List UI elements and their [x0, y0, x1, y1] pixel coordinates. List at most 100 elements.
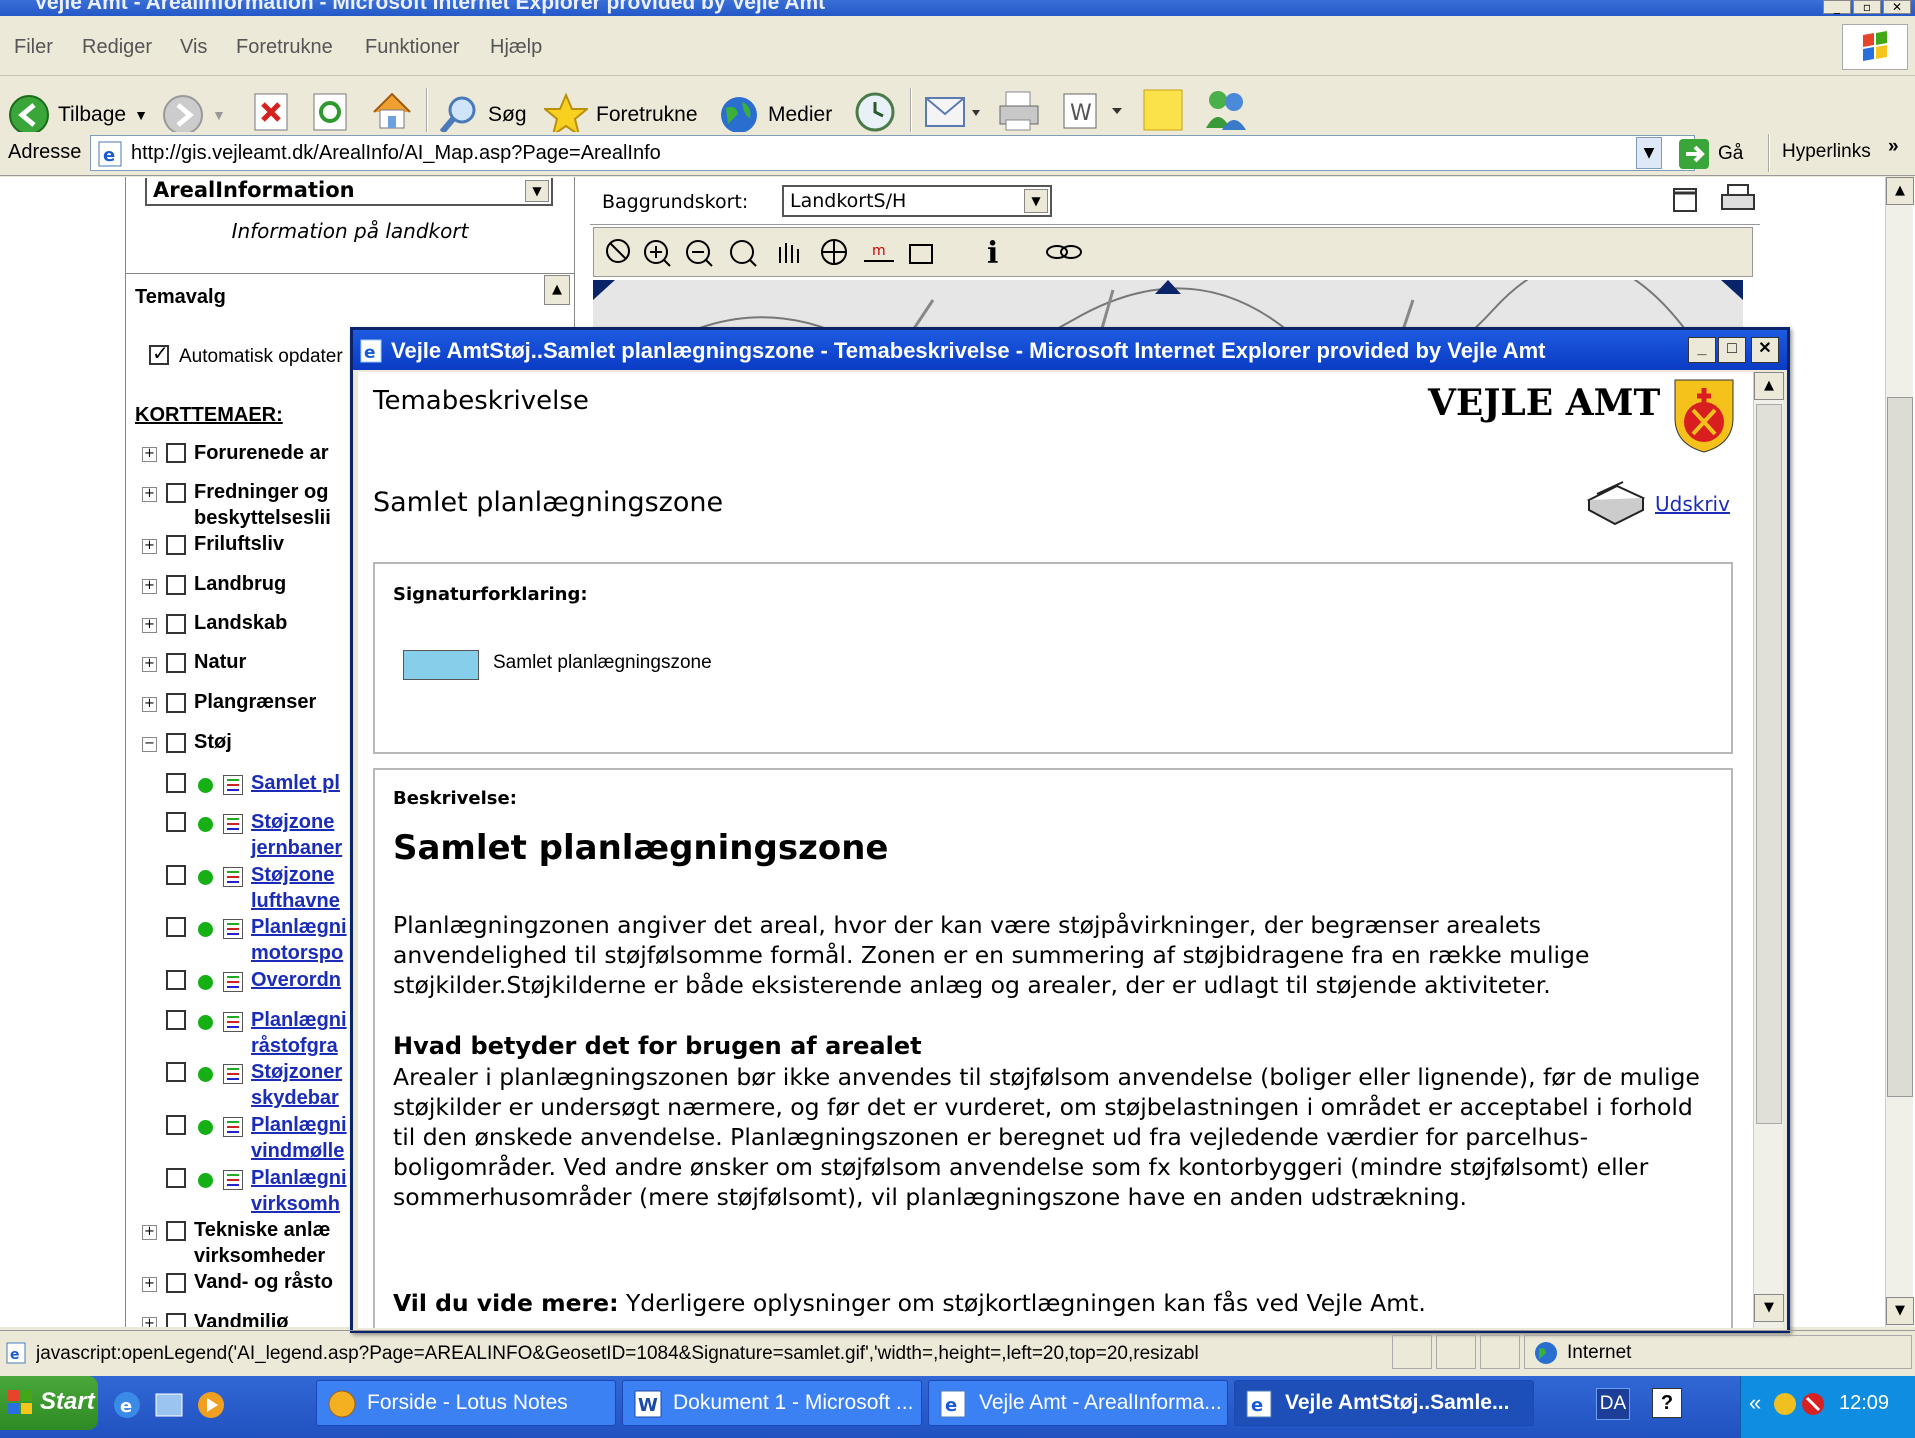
print-icon[interactable]: [996, 88, 1042, 134]
layer-checkbox[interactable]: [166, 443, 186, 463]
layer-checkbox[interactable]: [166, 535, 186, 555]
layer-checkbox[interactable]: [166, 1168, 186, 1188]
print-icon[interactable]: [1583, 480, 1649, 526]
chevron-right-icon[interactable]: »: [1888, 136, 1899, 158]
chevron-down-icon[interactable]: ▼: [1024, 189, 1048, 213]
layer-link-line2[interactable]: skydebar: [251, 1085, 339, 1111]
layer-link-line2[interactable]: virksomh: [251, 1191, 340, 1217]
layer-checkbox[interactable]: [166, 970, 186, 990]
layer-checkbox[interactable]: [166, 733, 186, 753]
url-input[interactable]: e http://gis.vejleamt.dk/ArealInfo/AI_Ma…: [90, 135, 1695, 171]
restore-button[interactable]: ▫: [1853, 0, 1881, 14]
layer-link-line2[interactable]: jernbaner: [251, 835, 342, 861]
media-player-icon[interactable]: [196, 1390, 226, 1420]
menu-rediger[interactable]: Rediger: [82, 36, 152, 59]
task-vejle-stoej-active[interactable]: e Vejle AmtStøj..Samle...: [1234, 1380, 1534, 1426]
legend-icon[interactable]: [223, 1170, 243, 1190]
expand-icon[interactable]: +: [142, 657, 157, 672]
layer-checkbox[interactable]: [166, 1221, 186, 1241]
menu-funktioner[interactable]: Funktioner: [365, 36, 460, 59]
expand-icon[interactable]: +: [142, 487, 157, 502]
layer-link-line2[interactable]: vindmølle: [251, 1138, 344, 1164]
legend-icon[interactable]: [223, 1012, 243, 1032]
expand-icon[interactable]: +: [142, 579, 157, 594]
layer-link[interactable]: Støjzone: [251, 809, 334, 835]
scroll-up-button[interactable]: ▲: [1886, 177, 1914, 205]
layer-link-line2[interactable]: råstofgra: [251, 1033, 338, 1059]
url-dropdown-button[interactable]: ▼: [1636, 137, 1662, 169]
layer-checkbox[interactable]: [166, 812, 186, 832]
go-button[interactable]: Gå: [1678, 135, 1743, 173]
expand-icon[interactable]: +: [142, 539, 157, 554]
group-forurenede[interactable]: Forurenede ar: [194, 442, 328, 465]
expand-icon[interactable]: +: [142, 447, 157, 462]
close-button[interactable]: ✕: [1883, 0, 1911, 14]
popup-scrollbar[interactable]: ▲ ▼: [1753, 372, 1784, 1328]
layer-link[interactable]: Overordn: [251, 967, 341, 993]
popup-close-button[interactable]: ✕: [1751, 337, 1779, 363]
task-lotus-notes[interactable]: Forside - Lotus Notes: [316, 1380, 616, 1426]
theme-select[interactable]: ArealInformation ▼: [145, 178, 553, 206]
layer-checkbox[interactable]: [166, 865, 186, 885]
group-plangraenser[interactable]: Plangrænser: [194, 691, 316, 714]
hyperlinks-toolbar[interactable]: Hyperlinks: [1782, 141, 1871, 163]
printer-icon[interactable]: [1720, 183, 1756, 215]
help-icon[interactable]: ?: [1652, 1388, 1682, 1418]
group-landskab[interactable]: Landskab: [194, 612, 287, 635]
expand-icon[interactable]: +: [142, 1277, 157, 1292]
scroll-down-button[interactable]: ▼: [1886, 1297, 1914, 1325]
desktop-quicklaunch-icon[interactable]: [154, 1390, 184, 1420]
expand-icon[interactable]: +: [142, 1317, 157, 1327]
expand-icon[interactable]: +: [142, 1225, 157, 1240]
security-alert-icon[interactable]: [1799, 1390, 1827, 1418]
scroll-thumb[interactable]: [1887, 397, 1913, 1097]
layer-checkbox[interactable]: [166, 1062, 186, 1082]
layer-checkbox[interactable]: [166, 917, 186, 937]
language-indicator[interactable]: DA: [1596, 1388, 1630, 1420]
print-link[interactable]: Udskriv: [1655, 492, 1730, 516]
scroll-down-button[interactable]: ▼: [1754, 1294, 1784, 1322]
history-icon[interactable]: [852, 90, 898, 134]
legend-icon[interactable]: [223, 775, 243, 795]
layer-checkbox[interactable]: [166, 483, 186, 503]
menu-foretrukne[interactable]: Foretrukne: [236, 36, 333, 59]
legend-icon[interactable]: [223, 972, 243, 992]
layer-link[interactable]: Støjzone: [251, 862, 334, 888]
ie-quicklaunch-icon[interactable]: e: [112, 1390, 142, 1420]
messenger-icon[interactable]: [1200, 86, 1252, 134]
group-tekniske[interactable]: Tekniske anlæ: [194, 1219, 330, 1242]
scroll-up-button[interactable]: ▲: [1754, 372, 1784, 400]
link-icon[interactable]: [1045, 237, 1085, 267]
group-stoej[interactable]: Støj: [194, 731, 232, 754]
menu-hjaelp[interactable]: Hjælp: [490, 36, 542, 59]
layer-link[interactable]: Støjzoner: [251, 1059, 342, 1085]
legend-icon[interactable]: [223, 814, 243, 834]
minimize-button[interactable]: _: [1823, 0, 1851, 14]
layer-checkbox[interactable]: [166, 1313, 186, 1327]
layer-checkbox[interactable]: [166, 773, 186, 793]
collapse-icon[interactable]: −: [142, 737, 157, 752]
task-word[interactable]: W Dokument 1 - Microsoft ...: [622, 1380, 922, 1426]
auto-update-checkbox[interactable]: ✓: [149, 341, 169, 365]
stop-icon[interactable]: [253, 90, 291, 134]
menu-filer[interactable]: Filer: [14, 36, 53, 59]
expand-icon[interactable]: +: [142, 618, 157, 633]
expand-icon[interactable]: +: [142, 697, 157, 712]
layer-checkbox[interactable]: [166, 1115, 186, 1135]
network-icon[interactable]: [1771, 1390, 1799, 1418]
layer-checkbox[interactable]: [166, 1010, 186, 1030]
start-button[interactable]: Start: [0, 1376, 98, 1430]
layer-link[interactable]: Samlet pl: [251, 770, 340, 796]
scroll-up-button[interactable]: ▲: [544, 275, 570, 305]
scroll-thumb[interactable]: [1756, 404, 1782, 1124]
group-natur[interactable]: Natur: [194, 651, 246, 674]
layer-link[interactable]: Planlægni: [251, 1112, 347, 1138]
layer-checkbox[interactable]: [166, 653, 186, 673]
group-fredninger[interactable]: Fredninger og: [194, 481, 328, 504]
note-icon[interactable]: [1140, 86, 1186, 134]
layer-checkbox[interactable]: [166, 1273, 186, 1293]
group-landbrug[interactable]: Landbrug: [194, 573, 286, 596]
layer-link[interactable]: Planlægni: [251, 1007, 347, 1033]
layer-link-line2[interactable]: lufthavne: [251, 888, 340, 914]
layer-link-line2[interactable]: motorspo: [251, 940, 343, 966]
